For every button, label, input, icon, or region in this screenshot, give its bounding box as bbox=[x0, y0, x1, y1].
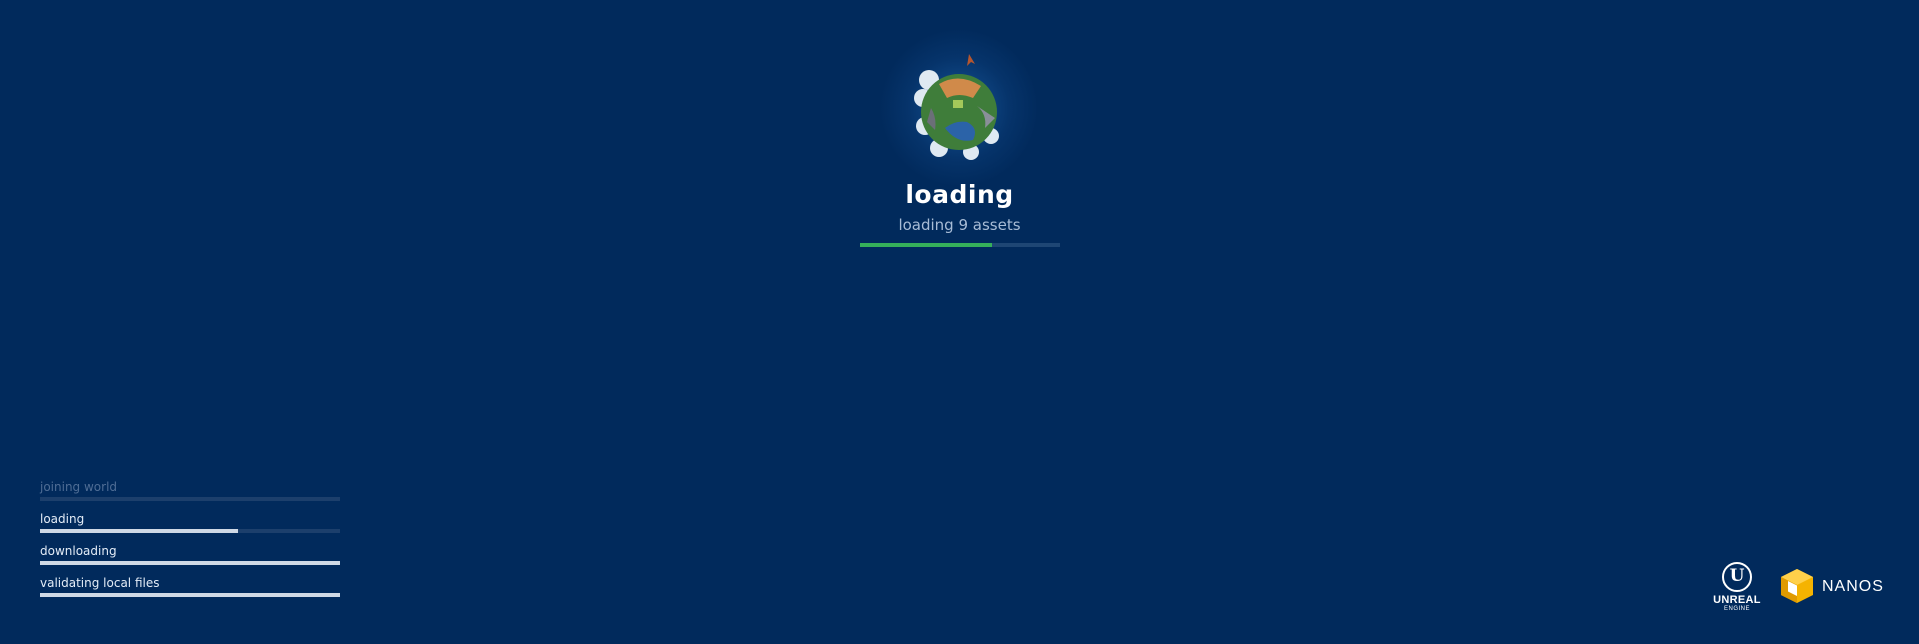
loading-screen: loading loading 9 assets joining world l… bbox=[0, 0, 1919, 644]
unreal-engine-emblem: U bbox=[1722, 562, 1752, 592]
step-progress-track bbox=[40, 529, 340, 533]
unreal-engine-logo-icon: U UNREAL ENGINE bbox=[1705, 562, 1769, 614]
main-progress-bar bbox=[860, 243, 1060, 247]
world-globe-icon bbox=[914, 54, 999, 160]
step-downloading: downloading bbox=[40, 543, 340, 575]
globe-glow bbox=[879, 28, 1039, 188]
main-progress-fill bbox=[860, 243, 992, 247]
step-progress-fill bbox=[40, 561, 340, 565]
nanos-logo: NANOS bbox=[1780, 568, 1892, 608]
loading-title: loading bbox=[905, 180, 1014, 209]
loading-steps: joining world loading downloading valida… bbox=[40, 479, 340, 607]
step-label: loading bbox=[40, 512, 85, 526]
nanos-wordmark: NANOS bbox=[1822, 578, 1884, 595]
step-label: validating local files bbox=[40, 576, 160, 590]
unreal-engine-subtitle: ENGINE bbox=[1723, 606, 1750, 612]
step-progress-track bbox=[40, 561, 340, 565]
engine-logos: U UNREAL ENGINE NANOS bbox=[1705, 562, 1895, 614]
loading-subtitle: loading 9 assets bbox=[898, 216, 1021, 234]
step-progress-track bbox=[40, 593, 340, 597]
step-progress-track bbox=[40, 497, 340, 501]
step-progress-fill bbox=[40, 529, 238, 533]
step-joining-world: joining world bbox=[40, 479, 340, 511]
nanos-cube-logo-icon bbox=[1781, 569, 1813, 603]
step-progress-fill bbox=[40, 593, 340, 597]
unreal-engine-wordmark: UNREAL bbox=[1713, 594, 1761, 606]
step-label: downloading bbox=[40, 544, 117, 558]
step-validating-local-files: validating local files bbox=[40, 575, 340, 607]
step-label: joining world bbox=[40, 480, 118, 494]
step-loading: loading bbox=[40, 511, 340, 543]
